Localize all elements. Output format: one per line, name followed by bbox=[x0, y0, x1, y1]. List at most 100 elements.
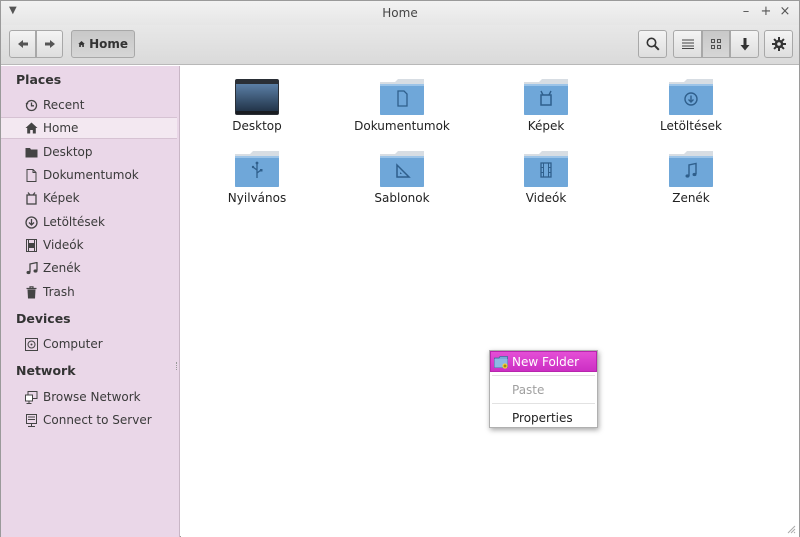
sidebar-item-label: Képek bbox=[43, 191, 80, 205]
documents-folder-icon bbox=[379, 78, 425, 116]
settings-button[interactable] bbox=[764, 30, 793, 58]
sidebar-item-letoltesek[interactable]: Letöltések bbox=[1, 211, 177, 233]
file-view[interactable]: Desktop Dokumentumok Képek Letöltések Ny… bbox=[181, 66, 799, 537]
sidebar-item-label: Desktop bbox=[43, 145, 93, 159]
gear-icon bbox=[771, 37, 786, 51]
file-item-label: Nyilvános bbox=[227, 191, 287, 205]
sidebar-item-label: Recent bbox=[43, 98, 85, 112]
public-folder-icon bbox=[234, 150, 280, 188]
context-menu-label: Properties bbox=[512, 410, 573, 425]
home-icon bbox=[25, 122, 38, 135]
search-button[interactable] bbox=[638, 30, 667, 58]
sidebar-item-label: Connect to Server bbox=[43, 413, 152, 427]
sidebar-item-label: Computer bbox=[43, 337, 103, 351]
sidebar-item-trash[interactable]: Trash bbox=[1, 281, 177, 303]
sidebar-item-recent[interactable]: Recent bbox=[1, 94, 177, 116]
menu-separator bbox=[492, 375, 595, 376]
context-menu-label: New Folder bbox=[512, 354, 580, 369]
server-icon bbox=[25, 413, 38, 427]
sidebar-item-browse-network[interactable]: Browse Network bbox=[1, 386, 177, 408]
file-item-label: Videók bbox=[525, 191, 567, 205]
sidebar-item-dokumentumok[interactable]: Dokumentumok bbox=[1, 164, 177, 186]
grid-view-icon bbox=[711, 39, 721, 49]
back-button[interactable] bbox=[9, 30, 36, 58]
sidebar-section-places: Places bbox=[16, 72, 62, 87]
resize-grip-icon[interactable] bbox=[786, 524, 796, 534]
file-item-label: Desktop bbox=[232, 119, 282, 133]
network-icon bbox=[25, 390, 38, 404]
context-menu-new-folder[interactable]: New Folder bbox=[490, 351, 597, 372]
minimize-icon[interactable]: – bbox=[739, 4, 753, 19]
list-view-icon bbox=[681, 39, 694, 49]
sidebar-resize-handle[interactable] bbox=[176, 362, 178, 370]
file-item-dokumentumok[interactable]: Dokumentumok bbox=[342, 78, 462, 133]
sort-button[interactable] bbox=[730, 30, 759, 58]
sidebar: Places Recent Home Desktop Dokumentumok … bbox=[1, 66, 180, 537]
list-view-button[interactable] bbox=[673, 30, 702, 58]
arrow-down-icon bbox=[740, 37, 749, 50]
forward-button[interactable] bbox=[36, 30, 63, 58]
video-icon bbox=[25, 238, 38, 252]
context-menu-label: Paste bbox=[512, 382, 545, 397]
search-icon bbox=[646, 37, 660, 51]
sidebar-section-network: Network bbox=[16, 363, 76, 378]
sidebar-item-label: Browse Network bbox=[43, 390, 141, 404]
toolbar: Home bbox=[1, 25, 799, 65]
file-item-zenek[interactable]: Zenék bbox=[631, 150, 751, 205]
sidebar-item-label: Videók bbox=[43, 238, 84, 252]
context-menu-properties[interactable]: Properties bbox=[491, 407, 596, 428]
sidebar-item-desktop[interactable]: Desktop bbox=[1, 141, 177, 163]
music-icon bbox=[25, 261, 38, 275]
sidebar-section-devices: Devices bbox=[16, 311, 71, 326]
recent-icon bbox=[25, 99, 38, 112]
sidebar-item-videok[interactable]: Videók bbox=[1, 234, 177, 256]
pictures-icon bbox=[25, 191, 38, 205]
music-folder-icon bbox=[668, 150, 714, 188]
sidebar-item-kepek[interactable]: Képek bbox=[1, 187, 177, 209]
videos-folder-icon bbox=[523, 150, 569, 188]
close-icon[interactable]: × bbox=[778, 4, 792, 19]
file-item-letoltesek[interactable]: Letöltések bbox=[631, 78, 751, 133]
breadcrumb-label: Home bbox=[89, 37, 128, 51]
file-item-label: Zenék bbox=[672, 191, 710, 205]
sidebar-item-label: Trash bbox=[43, 285, 75, 299]
context-menu-paste[interactable]: Paste bbox=[491, 379, 596, 400]
home-icon bbox=[78, 41, 85, 47]
pictures-folder-icon bbox=[523, 78, 569, 116]
sidebar-item-zenek[interactable]: Zenék bbox=[1, 257, 177, 279]
file-item-label: Dokumentumok bbox=[354, 119, 450, 133]
icon-view-button[interactable] bbox=[702, 30, 730, 58]
download-icon bbox=[25, 215, 38, 229]
downloads-folder-icon bbox=[668, 78, 714, 116]
arrow-left-icon bbox=[17, 40, 28, 48]
file-manager-window: ▼ Home – + × Home Places Recent Home Des… bbox=[0, 0, 800, 537]
sidebar-item-label: Letöltések bbox=[43, 215, 105, 229]
desktop-icon bbox=[25, 146, 38, 159]
new-folder-icon bbox=[494, 356, 508, 369]
computer-icon bbox=[25, 337, 38, 351]
sidebar-item-computer[interactable]: Computer bbox=[1, 333, 177, 355]
file-item-label: Sablonok bbox=[374, 191, 430, 205]
templates-folder-icon bbox=[379, 150, 425, 188]
sidebar-item-connect-to-server[interactable]: Connect to Server bbox=[1, 409, 177, 431]
maximize-icon[interactable]: + bbox=[759, 4, 773, 19]
sidebar-item-label: Home bbox=[43, 121, 79, 135]
trash-icon bbox=[25, 285, 38, 299]
title-bar: ▼ Home – + × bbox=[1, 1, 799, 25]
file-item-nyilvanos[interactable]: Nyilvános bbox=[197, 150, 317, 205]
sidebar-item-label: Zenék bbox=[43, 261, 81, 275]
window-title: Home bbox=[382, 6, 418, 20]
menu-separator bbox=[492, 403, 595, 404]
desktop-folder-icon bbox=[234, 78, 280, 116]
file-item-kepek[interactable]: Képek bbox=[486, 78, 606, 133]
breadcrumb-home-button[interactable]: Home bbox=[71, 30, 135, 58]
file-item-label: Képek bbox=[527, 119, 565, 133]
document-icon bbox=[25, 168, 38, 182]
file-item-desktop[interactable]: Desktop bbox=[197, 78, 317, 133]
sidebar-item-label: Dokumentumok bbox=[43, 168, 139, 182]
file-item-label: Letöltések bbox=[660, 119, 722, 133]
sidebar-item-home[interactable]: Home bbox=[1, 117, 177, 139]
file-item-videok[interactable]: Videók bbox=[486, 150, 606, 205]
context-menu: New Folder Paste Properties bbox=[489, 350, 598, 428]
file-item-sablonok[interactable]: Sablonok bbox=[342, 150, 462, 205]
